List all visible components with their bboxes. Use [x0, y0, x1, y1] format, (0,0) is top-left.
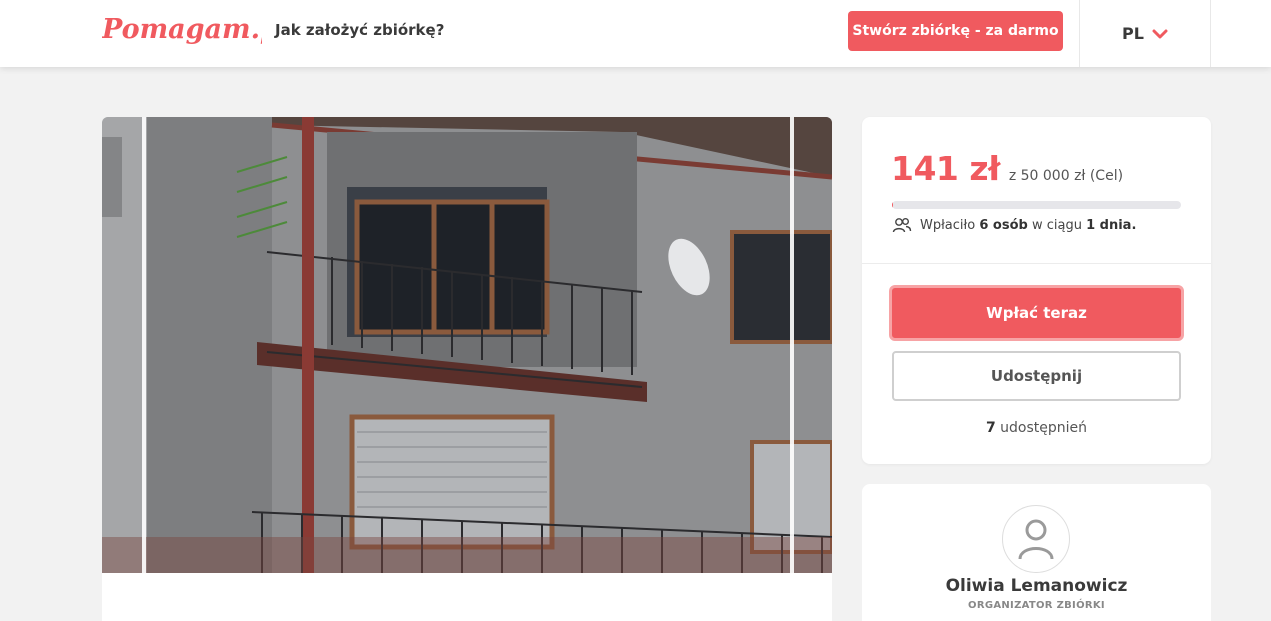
shares-number: 7 [985, 420, 996, 436]
progress-fill [892, 201, 893, 209]
donation-days: 1 dnia. [1086, 217, 1137, 233]
raised-amount: 141 zł [891, 149, 1000, 188]
donors-info: Wpłaciło 6 osób w ciągu 1 dnia. [892, 217, 1136, 233]
goal-amount: z 50 000 zł (Cel) [1008, 168, 1124, 184]
donation-card: 141 zł z 50 000 zł (Cel) Wpłaciło 6 osób… [862, 117, 1211, 464]
organizer-name[interactable]: Oliwia Lemanowicz [862, 576, 1211, 596]
pay-now-button[interactable]: Wpłać teraz [889, 285, 1184, 341]
shares-count: 7 udostępnień [862, 420, 1211, 436]
donors-prefix: Wpłaciło [920, 217, 976, 233]
progress-bar [892, 201, 1181, 209]
create-fundraiser-button[interactable]: Stwórz zbiórkę - za darmo [848, 11, 1063, 51]
chevron-down-icon [1152, 29, 1168, 38]
share-button[interactable]: Udostępnij [892, 351, 1181, 401]
organizer-card: Oliwia Lemanowicz ORGANIZATOR ZBIÓRKI [862, 484, 1211, 621]
user-icon [1018, 519, 1054, 560]
campaign-content-area [102, 573, 832, 621]
organizer-role: ORGANIZATOR ZBIÓRKI [968, 600, 1105, 611]
pomagam-logo[interactable]: Pomagam.pl [102, 8, 262, 54]
burnt-house-photo-icon [102, 117, 832, 573]
avatar[interactable] [1002, 505, 1070, 573]
how-to-create-link[interactable]: Jak założyć zbiórkę? [275, 21, 444, 39]
donors-middle: w ciągu [1031, 217, 1082, 233]
shares-label: udostępnień [1000, 420, 1088, 436]
top-header: Pomagam.pl Jak założyć zbiórkę? Stwórz z… [0, 0, 1271, 67]
campaign-photo[interactable] [102, 117, 832, 573]
language-code: PL [1122, 24, 1144, 43]
language-selector[interactable]: PL [1079, 0, 1211, 67]
amount-row: 141 zł z 50 000 zł (Cel) [891, 149, 1123, 188]
donors-count: 6 osób [979, 217, 1028, 233]
people-icon [892, 218, 912, 233]
card-divider [862, 263, 1211, 264]
logo-text: Pomagam.pl [102, 14, 262, 45]
